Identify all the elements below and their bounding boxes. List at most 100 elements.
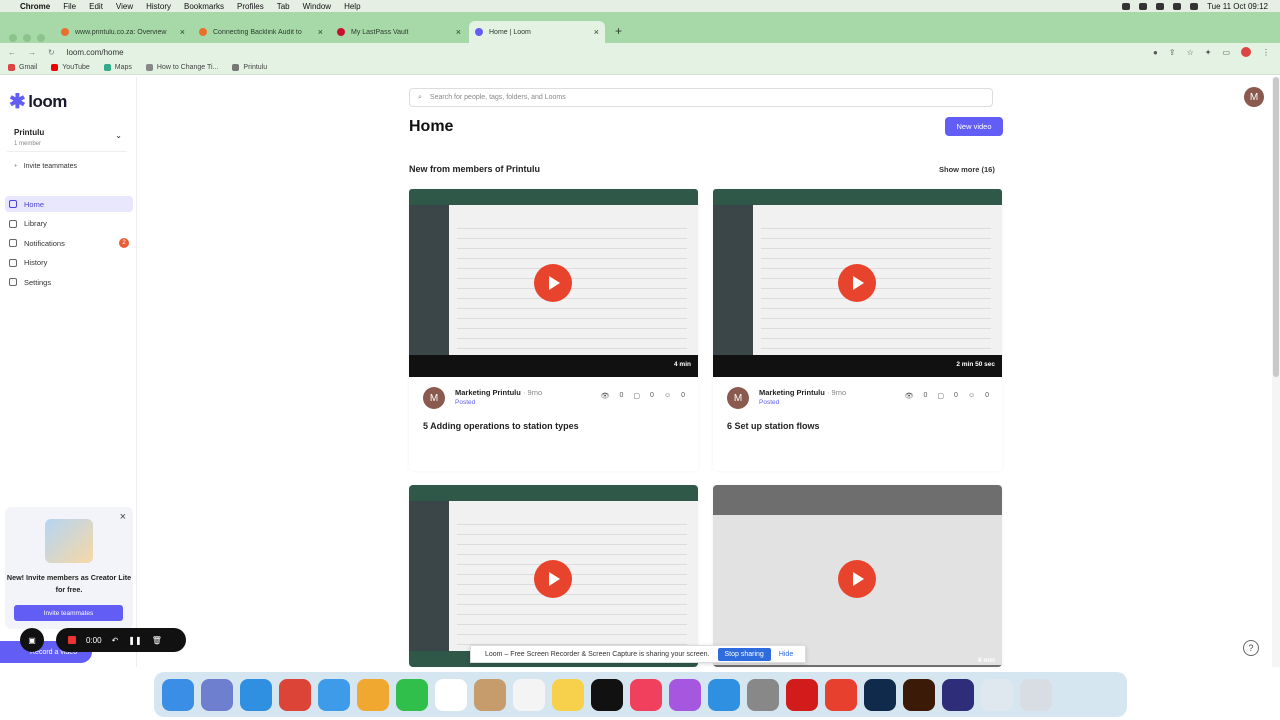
undo-icon[interactable]: ↶ (112, 636, 119, 645)
status-icon[interactable] (1156, 2, 1165, 10)
menu-bookmarks[interactable]: Bookmarks (184, 2, 224, 11)
video-thumbnail[interactable]: 2 min 50 sec (713, 189, 1002, 377)
finder-icon[interactable] (162, 678, 194, 711)
invite-teammates-button[interactable]: Invite teammates (14, 605, 123, 621)
forward-icon[interactable]: → (28, 48, 36, 57)
close-icon[interactable]: × (120, 511, 126, 523)
tv-icon[interactable] (591, 678, 623, 711)
video-card[interactable]: 2 min 50 sec M Marketing Printulu · 9mo … (713, 189, 1002, 471)
app-store-icon[interactable] (708, 678, 740, 711)
menu-tab[interactable]: Tab (277, 2, 290, 11)
invite-teammates-link[interactable]: ⁺ Invite teammates (14, 163, 77, 171)
video-card[interactable]: 4 min M Marketing Printulu · 9mo Posted … (409, 189, 698, 471)
bookmark-how-to[interactable]: How to Change Ti... (145, 64, 218, 71)
avatar[interactable]: M (423, 387, 445, 409)
facetime-icon[interactable] (396, 678, 428, 711)
avatar[interactable]: M (1244, 87, 1264, 107)
hide-button[interactable]: Hide (779, 651, 793, 658)
calendar-icon[interactable] (435, 678, 467, 711)
browser-tab[interactable]: Connecting Backlink Audit to × (193, 21, 329, 43)
workspace-switcher[interactable]: Printulu 1 member ⌄ (7, 124, 127, 152)
camera-icon[interactable]: ▣ (20, 628, 44, 652)
menu-help[interactable]: Help (344, 2, 360, 11)
status-icon[interactable] (1139, 2, 1148, 10)
acrobat-icon[interactable] (786, 678, 818, 711)
mic-icon[interactable]: ● (1153, 48, 1158, 57)
new-tab-icon[interactable]: + (615, 24, 622, 38)
play-icon[interactable] (838, 264, 876, 302)
downloads-icon[interactable] (981, 678, 1013, 711)
new-video-button[interactable]: New video (945, 117, 1003, 136)
profile-avatar[interactable] (1241, 47, 1251, 57)
help-icon[interactable]: ? (1243, 640, 1259, 656)
close-tab-icon[interactable]: × (318, 27, 323, 37)
author-name[interactable]: Marketing Printulu · 9mo (759, 388, 846, 397)
scrollbar-thumb[interactable] (1273, 77, 1279, 377)
menu-file[interactable]: File (63, 2, 76, 11)
sidepanel-icon[interactable]: ▭ (1222, 48, 1230, 57)
sidebar-item-library[interactable]: Library (5, 216, 133, 232)
music-icon[interactable] (630, 678, 662, 711)
close-tab-icon[interactable]: × (456, 27, 461, 37)
reload-icon[interactable]: ↻ (48, 48, 55, 57)
video-thumbnail[interactable] (409, 485, 698, 667)
bookmark-printulu[interactable]: Printulu (232, 64, 267, 71)
stop-recording-button[interactable] (68, 636, 76, 644)
stop-sharing-button[interactable]: Stop sharing (717, 647, 771, 661)
launchpad-icon[interactable] (201, 678, 233, 711)
photoshop-icon[interactable] (864, 678, 896, 711)
status-icon[interactable] (1122, 2, 1131, 10)
illustrator-icon[interactable] (903, 678, 935, 711)
bookmark-star-icon[interactable]: ☆ (1187, 48, 1194, 57)
show-more-link[interactable]: Show more (16) (939, 165, 995, 174)
bookmark-youtube[interactable]: YouTube (51, 64, 90, 71)
sidebar-item-settings[interactable]: Settings (5, 274, 133, 290)
close-window-button[interactable] (9, 34, 17, 42)
menu-view[interactable]: View (116, 2, 133, 11)
extensions-icon[interactable]: ✦ (1205, 48, 1212, 57)
play-icon[interactable] (534, 560, 572, 598)
sidebar-item-notifications[interactable]: Notifications 2 (5, 235, 133, 251)
video-thumbnail[interactable]: 8 min (713, 485, 1002, 667)
close-tab-icon[interactable]: × (180, 27, 185, 37)
kebab-menu-icon[interactable]: ⋮ (1262, 48, 1270, 57)
podcasts-icon[interactable] (669, 678, 701, 711)
video-title[interactable]: 5 Adding operations to station types (423, 421, 579, 431)
contacts-icon[interactable] (474, 678, 506, 711)
photos-icon[interactable] (357, 678, 389, 711)
video-title[interactable]: 6 Set up station flows (727, 421, 820, 431)
menu-window[interactable]: Window (303, 2, 331, 11)
menu-history[interactable]: History (146, 2, 171, 11)
loom-icon[interactable] (942, 678, 974, 711)
browser-tab[interactable]: www.printulu.co.za: Overview × (55, 21, 191, 43)
notes-icon[interactable] (552, 678, 584, 711)
share-icon[interactable]: ⇪ (1169, 48, 1176, 57)
wifi-icon[interactable] (1173, 2, 1182, 10)
back-icon[interactable]: ← (8, 48, 16, 57)
safari-icon[interactable] (240, 678, 272, 711)
menu-chrome[interactable]: Chrome (20, 2, 50, 11)
browser-tab[interactable]: My LastPass Vault × (331, 21, 467, 43)
zoom-window-button[interactable] (37, 34, 45, 42)
mail-icon[interactable] (318, 678, 350, 711)
creative-cloud-icon[interactable] (825, 678, 857, 711)
menu-edit[interactable]: Edit (89, 2, 103, 11)
scrollbar[interactable] (1272, 77, 1280, 667)
video-card[interactable] (409, 485, 698, 667)
reminders-icon[interactable] (513, 678, 545, 711)
bookmark-maps[interactable]: Maps (103, 64, 132, 71)
close-tab-icon[interactable]: × (594, 27, 599, 37)
sidebar-item-history[interactable]: History (5, 255, 133, 271)
loom-logo[interactable]: ✱ loom (9, 89, 67, 114)
search-icon[interactable] (1190, 2, 1199, 10)
url-field[interactable]: loom.com/home (67, 48, 124, 57)
menu-profiles[interactable]: Profiles (237, 2, 264, 11)
chrome-icon[interactable] (279, 678, 311, 711)
video-card[interactable]: 8 min (713, 485, 1002, 667)
avatar[interactable]: M (727, 387, 749, 409)
author-name[interactable]: Marketing Printulu · 9mo (455, 388, 542, 397)
search-input[interactable]: ⌕ Search for people, tags, folders, and … (409, 88, 993, 107)
trash-icon[interactable] (1020, 678, 1052, 711)
clock[interactable]: Tue 11 Oct 09:12 (1207, 2, 1268, 11)
bookmark-gmail[interactable]: Gmail (8, 64, 37, 71)
